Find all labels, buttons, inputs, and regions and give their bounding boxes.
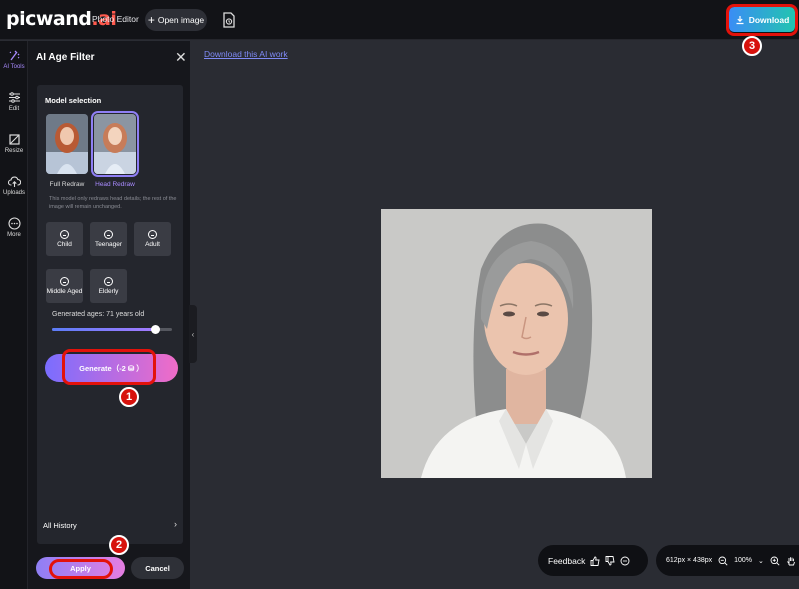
cancel-button[interactable]: Cancel (131, 557, 184, 579)
model-selection-label: Model selection (45, 96, 102, 105)
age-option-label: Middle Aged (46, 288, 83, 295)
elderly-woman-portrait (381, 209, 652, 478)
age-slider-knob[interactable] (151, 325, 161, 334)
rail-label: Uploads (2, 190, 25, 196)
age-option-adult[interactable]: Adult (134, 222, 171, 256)
age-option-middle-aged[interactable]: Middle Aged (46, 269, 83, 303)
collapse-panel-handle[interactable]: ‹ (189, 305, 197, 363)
rail-label: Resize (4, 148, 24, 154)
highlight-download (726, 4, 798, 36)
age-slider-fill (52, 328, 156, 331)
zoom-level[interactable]: 100% (734, 557, 752, 564)
rail-item-uploads[interactable]: Uploads (0, 175, 28, 196)
face-icon (104, 230, 113, 239)
all-history-row[interactable]: All History › (37, 511, 183, 539)
logo-main: picwand (6, 8, 92, 30)
face-icon (104, 277, 113, 286)
girl-photo-thumbnail (94, 114, 136, 174)
rail-item-ai-tools[interactable]: AI Tools (0, 49, 28, 70)
generated-ages-label: Generated ages: 71 years old (52, 311, 145, 318)
image-dimensions: 612px × 438px (666, 557, 713, 564)
highlight-generate (62, 349, 156, 385)
age-filter-panel: AI Age Filter ✕ Model selection Full Red… (28, 41, 190, 589)
rail-label: More (7, 232, 21, 238)
nav-photo-editor[interactable]: Photo Editor (92, 14, 139, 24)
model-caption-full-redraw: Full Redraw (49, 181, 85, 188)
chevron-left-icon: ‹ (191, 329, 195, 339)
top-bar: picwand.ai Photo Editor + Open image Dow… (0, 0, 799, 40)
more-dots-icon (7, 217, 21, 230)
feedback-bar: Feedback (538, 545, 648, 576)
download-ai-work-link[interactable]: Download this AI work (204, 49, 288, 59)
all-history-label: All History (43, 521, 77, 530)
face-icon (148, 230, 157, 239)
file-history-icon[interactable] (222, 12, 236, 28)
step-marker-2: 2 (109, 535, 129, 555)
step-marker-1: 1 (119, 387, 139, 407)
upload-cloud-icon (7, 176, 21, 187)
thumbs-up-icon[interactable] (590, 556, 600, 566)
age-option-child[interactable]: Child (46, 222, 83, 256)
open-image-label: Open image (157, 15, 205, 25)
step-marker-3: 3 (742, 36, 762, 56)
feedback-label[interactable]: Feedback (548, 556, 585, 566)
rail-item-more[interactable]: More (0, 217, 28, 238)
age-option-label: Adult (145, 241, 160, 248)
girl-photo-thumbnail (46, 114, 88, 174)
chevron-right-icon: › (174, 519, 177, 529)
model-caption-head-redraw: Head Redraw (95, 181, 135, 188)
crop-icon (8, 134, 20, 145)
hand-pan-icon[interactable] (786, 556, 796, 566)
plus-icon: + (147, 13, 155, 27)
face-icon (60, 230, 69, 239)
sliders-icon (8, 92, 20, 103)
age-slider[interactable] (52, 325, 172, 334)
model-thumb-full-redraw[interactable] (46, 114, 88, 174)
magic-pen-icon (9, 50, 19, 61)
left-tool-rail: AI Tools Edit Resize Uploads More (0, 41, 28, 589)
rail-label: Edit (8, 106, 20, 112)
zoom-bar: 612px × 438px 100% ⌄ (656, 545, 799, 576)
face-icon (60, 277, 69, 286)
age-option-teenager[interactable]: Teenager (90, 222, 127, 256)
close-icon[interactable]: ✕ (175, 49, 187, 66)
zoom-in-icon[interactable] (770, 556, 780, 566)
open-image-button[interactable]: + Open image (145, 9, 207, 31)
panel-title: AI Age Filter (36, 52, 95, 63)
edited-photo (381, 209, 652, 478)
age-option-label: Child (57, 241, 72, 248)
model-card: Model selection Full Redraw Head Redraw … (37, 85, 183, 544)
app-window: picwand.ai Photo Editor + Open image Dow… (0, 0, 799, 589)
thumbs-down-icon[interactable] (605, 555, 615, 566)
rail-item-edit[interactable]: Edit (0, 91, 28, 112)
comment-icon[interactable] (620, 556, 630, 566)
chevron-down-icon[interactable]: ⌄ (758, 557, 764, 565)
rail-label: AI Tools (3, 64, 25, 70)
rail-item-resize[interactable]: Resize (0, 133, 28, 154)
age-option-label: Teenager (94, 241, 123, 248)
zoom-out-icon[interactable] (718, 556, 728, 566)
age-option-elderly[interactable]: Elderly (90, 269, 127, 303)
highlight-apply (49, 559, 113, 579)
model-thumb-head-redraw[interactable] (91, 111, 139, 177)
age-option-label: Elderly (98, 288, 119, 295)
model-description: This model only redraws head details; th… (49, 196, 177, 210)
